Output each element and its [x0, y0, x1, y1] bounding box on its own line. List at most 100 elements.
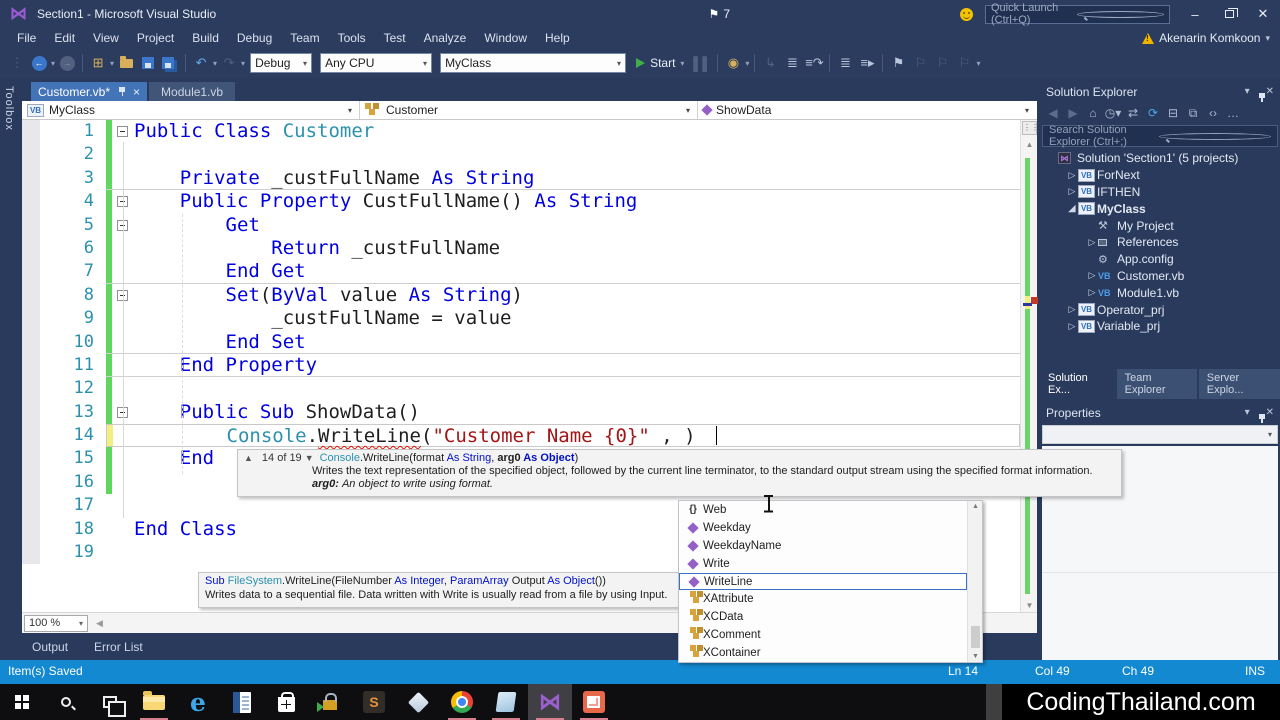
tab-solution-explorer[interactable]: Solution Ex...: [1040, 369, 1115, 399]
breakpoint-margin[interactable]: [22, 143, 40, 166]
tree-item-customer-vb[interactable]: ▷VBCustomer.vb: [1040, 268, 1280, 285]
scroll-down-icon[interactable]: ▼: [968, 653, 983, 660]
save-icon[interactable]: [138, 52, 158, 74]
tab-team-explorer[interactable]: Team Explorer: [1117, 369, 1197, 399]
code-view-icon[interactable]: ‹›: [1204, 104, 1222, 122]
solution-configurations-dropdown[interactable]: Debug▾: [250, 53, 312, 73]
breakpoint-margin[interactable]: [22, 518, 40, 541]
completion-item-xcomment[interactable]: XComment: [679, 626, 967, 644]
minimize-button[interactable]: –: [1178, 0, 1212, 28]
glass-app-icon[interactable]: [484, 684, 528, 720]
tab-server-explorer[interactable]: Server Explo...: [1199, 369, 1280, 399]
solution-search-input[interactable]: Search Solution Explorer (Ctrl+;): [1042, 125, 1278, 147]
code-line[interactable]: 10 End Set: [22, 331, 1020, 354]
solution-explorer-header[interactable]: Solution Explorer ▾ ✕: [1040, 82, 1280, 101]
clear-bookmarks-icon[interactable]: ⚐: [954, 52, 974, 74]
completion-item-weekday[interactable]: Weekday: [679, 519, 967, 537]
scrollbar-thumb[interactable]: [971, 626, 980, 648]
comment-lines-icon[interactable]: ≣: [835, 52, 855, 74]
cube-app-icon[interactable]: [396, 684, 440, 720]
lock-app-icon[interactable]: [308, 684, 352, 720]
breakpoint-margin[interactable]: [22, 541, 40, 564]
tab-output[interactable]: Output: [32, 640, 68, 654]
code-line[interactable]: 12: [22, 377, 1020, 400]
tree-item-ifthen[interactable]: ▷VBIFTHEN: [1040, 184, 1280, 201]
new-project-dropdown-icon[interactable]: ▾: [110, 59, 114, 68]
code-line[interactable]: 5 Get: [22, 214, 1020, 237]
window-menu-icon[interactable]: ▾: [1245, 407, 1250, 418]
search-button-icon[interactable]: [44, 684, 88, 720]
breakpoint-margin[interactable]: [22, 214, 40, 237]
menu-view[interactable]: View: [84, 29, 128, 47]
file-explorer-icon[interactable]: [132, 684, 176, 720]
toolbox-tab[interactable]: Toolbox: [3, 86, 15, 131]
tree-item-myclass[interactable]: ◢VBMyClass: [1040, 200, 1280, 217]
breakpoint-margin[interactable]: [22, 494, 40, 517]
code-line[interactable]: 11 End Property: [22, 354, 1020, 377]
nav-forward-icon[interactable]: →: [57, 52, 77, 74]
signature-next-icon[interactable]: ▼: [305, 453, 314, 463]
toolbar-grip-icon[interactable]: ⋮: [7, 52, 27, 74]
quick-launch-input[interactable]: Quick Launch (Ctrl+Q): [985, 5, 1170, 24]
breakpoint-margin[interactable]: [22, 331, 40, 354]
code-line[interactable]: 8 Set(ByVal value As String): [22, 284, 1020, 307]
type-dropdown[interactable]: Customer ▾: [360, 101, 698, 119]
close-tab-icon[interactable]: ×: [133, 85, 140, 99]
completion-item-write[interactable]: Write: [679, 555, 967, 573]
collapse-all-icon[interactable]: ⊟: [1164, 104, 1182, 122]
menu-file[interactable]: File: [8, 29, 45, 47]
tree-item-app-config[interactable]: ⚙App.config: [1040, 251, 1280, 268]
breakpoint-margin[interactable]: [22, 190, 40, 213]
breakpoint-margin[interactable]: [22, 237, 40, 260]
menu-window[interactable]: Window: [475, 29, 536, 47]
visual-studio-icon[interactable]: ⋈: [528, 684, 572, 720]
menu-project[interactable]: Project: [128, 29, 183, 47]
code-line[interactable]: 9 _custFullName = value: [22, 307, 1020, 330]
orange-app-icon[interactable]: [572, 684, 616, 720]
overflow-icon[interactable]: ▾: [976, 59, 980, 68]
collapsed-expander-icon[interactable]: ▷: [1066, 321, 1078, 332]
user-account-name[interactable]: Akenarin Komkoon: [1159, 31, 1260, 45]
tree-item-module1-vb[interactable]: ▷VBModule1.vb: [1040, 284, 1280, 301]
restore-button[interactable]: [1212, 0, 1246, 28]
code-line[interactable]: 7 End Get: [22, 260, 1020, 283]
new-project-icon[interactable]: ⊞: [88, 52, 108, 74]
show-all-files-icon[interactable]: ⧉: [1184, 104, 1202, 122]
tab-module1-vb[interactable]: Module1.vb: [149, 82, 235, 101]
menu-debug[interactable]: Debug: [228, 29, 281, 47]
home-icon[interactable]: ⌂: [1084, 104, 1102, 122]
tree-item-operator-prj[interactable]: ▷VBOperator_prj: [1040, 301, 1280, 318]
completion-item-xattribute[interactable]: XAttribute: [679, 590, 967, 608]
menu-edit[interactable]: Edit: [45, 29, 84, 47]
show-next-statement-icon[interactable]: ↳: [760, 52, 780, 74]
completion-item-web[interactable]: {}Web: [679, 501, 967, 519]
step-over-icon[interactable]: ≡↷: [804, 52, 824, 74]
pending-changes-icon[interactable]: ◷▾: [1104, 104, 1122, 122]
completion-item-weekdayname[interactable]: WeekdayName: [679, 537, 967, 555]
start-button-icon[interactable]: [0, 684, 44, 720]
menu-tools[interactable]: Tools: [329, 29, 375, 47]
menu-team[interactable]: Team: [281, 29, 328, 47]
menu-analyze[interactable]: Analyze: [415, 29, 476, 47]
nav-backward-icon[interactable]: ←: [29, 52, 49, 74]
find-dropdown-icon[interactable]: ▾: [745, 59, 749, 68]
menu-build[interactable]: Build: [183, 29, 228, 47]
completion-item-writeline[interactable]: WriteLine: [679, 573, 967, 591]
signature-prev-icon[interactable]: ▲: [244, 453, 253, 463]
edge-browser-icon[interactable]: e: [176, 684, 220, 720]
microsoft-store-icon[interactable]: [264, 684, 308, 720]
break-all-icon[interactable]: ▌▌: [692, 52, 712, 74]
code-line[interactable]: 6 Return _custFullName: [22, 237, 1020, 260]
open-file-icon[interactable]: [116, 52, 136, 74]
scroll-down-icon[interactable]: ▼: [1021, 601, 1038, 610]
code-line[interactable]: 3 Private _custFullName As String: [22, 167, 1020, 190]
code-line[interactable]: 14 Console.WriteLine("Customer Name {0}"…: [22, 424, 1020, 447]
undo-icon[interactable]: ↶: [191, 52, 211, 74]
feedback-smiley-icon[interactable]: [960, 8, 973, 21]
overflow-icon[interactable]: …: [1224, 104, 1242, 122]
breakpoint-margin[interactable]: [22, 447, 40, 470]
refresh-icon[interactable]: ⟳: [1144, 104, 1162, 122]
member-dropdown[interactable]: ShowData ▾: [698, 101, 1036, 119]
next-bookmark-icon[interactable]: ⚐: [932, 52, 952, 74]
collapsed-expander-icon[interactable]: ▷: [1086, 237, 1098, 248]
